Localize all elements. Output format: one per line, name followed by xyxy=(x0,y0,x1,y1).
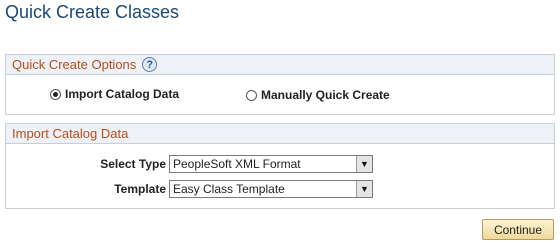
quick-create-options-title: Quick Create Options xyxy=(12,57,137,72)
select-type-row: Select Type PeopleSoft XML Format ▼ xyxy=(66,155,373,173)
radio-button-unchecked-icon[interactable] xyxy=(246,89,257,101)
import-catalog-data-title: Import Catalog Data xyxy=(12,126,129,141)
continue-button[interactable]: Continue xyxy=(482,219,554,240)
import-catalog-data-group: Import Catalog Data Select Type PeopleSo… xyxy=(5,123,555,209)
page-title: Quick Create Classes xyxy=(5,2,180,22)
template-row: Template Easy Class Template ▼ xyxy=(66,180,373,198)
template-value: Easy Class Template xyxy=(173,182,285,196)
dropdown-arrow-icon[interactable]: ▼ xyxy=(356,181,372,197)
quick-create-options-group: Quick Create Options ? Import Catalog Da… xyxy=(5,54,555,115)
radio-label-import-catalog-data: Import Catalog Data xyxy=(65,87,180,101)
select-type-dropdown[interactable]: PeopleSoft XML Format ▼ xyxy=(169,155,373,173)
template-label: Template xyxy=(114,182,166,196)
radio-import-catalog-data[interactable]: Import Catalog Data xyxy=(50,87,179,101)
import-catalog-data-header: Import Catalog Data xyxy=(6,124,554,144)
dropdown-arrow-icon[interactable]: ▼ xyxy=(356,156,372,172)
quick-create-options-header: Quick Create Options ? xyxy=(6,55,554,75)
radio-button-checked-icon[interactable] xyxy=(50,88,61,100)
select-type-value: PeopleSoft XML Format xyxy=(173,157,301,171)
radio-label-manually-quick-create: Manually Quick Create xyxy=(261,88,390,102)
radio-manually-quick-create[interactable]: Manually Quick Create xyxy=(246,88,390,102)
select-type-label: Select Type xyxy=(100,157,166,171)
help-question-icon[interactable]: ? xyxy=(142,57,158,72)
template-dropdown[interactable]: Easy Class Template ▼ xyxy=(169,180,373,198)
